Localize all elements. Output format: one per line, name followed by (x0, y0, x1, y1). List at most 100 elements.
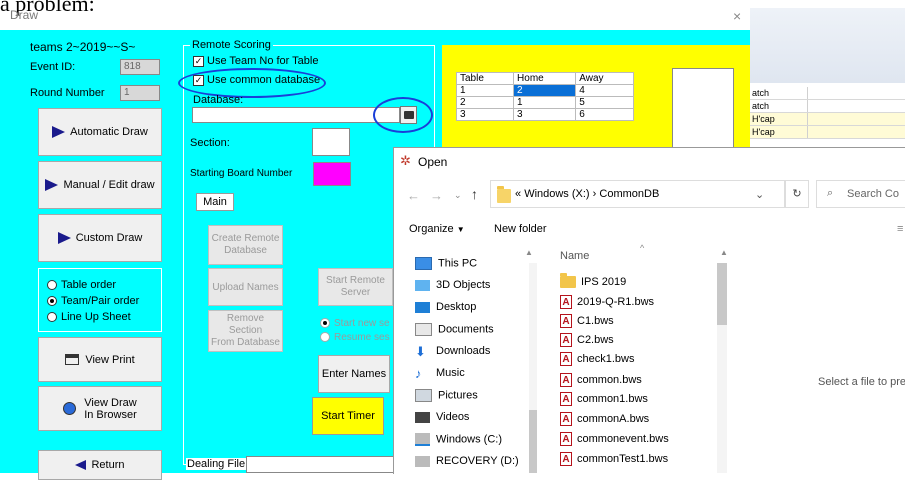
radio-table-order[interactable]: Table order (47, 279, 116, 291)
radio-line-up-sheet[interactable]: Line Up Sheet (47, 311, 131, 323)
label-line2: From Database (211, 337, 280, 348)
list-item-file[interactable]: Acheck1.bws (560, 352, 634, 366)
starting-board-input[interactable] (313, 162, 351, 186)
table-row[interactable]: 1 2 4 (455, 84, 634, 97)
round-number-label: Round Number (30, 87, 105, 99)
nav-item-videos[interactable]: Videos (415, 411, 469, 423)
nav-item-music[interactable]: ♪ Music (415, 367, 465, 380)
event-id-label: Event ID: (30, 61, 76, 73)
database-input[interactable] (192, 107, 400, 123)
radio-label: Table order (61, 279, 117, 291)
access-file-icon: A (560, 373, 572, 387)
new-folder-button[interactable]: New folder (494, 223, 547, 235)
table-cell[interactable]: 3 (513, 108, 577, 121)
file-name: commonTest1.bws (577, 452, 669, 465)
table-cell[interactable]: 3 (455, 108, 515, 121)
back-arrow-icon[interactable]: ← (407, 188, 420, 203)
table-row[interactable]: 2 1 5 (455, 96, 634, 109)
breadcrumb-drive[interactable]: Windows (X:) (524, 188, 589, 200)
access-file-icon: A (560, 432, 572, 446)
window-title: Draw (10, 8, 39, 22)
recent-chevron-icon[interactable]: ⌄ (454, 190, 462, 201)
nav-item-desktop[interactable]: Desktop (415, 301, 476, 313)
list-item-file[interactable]: AcommonA.bws (560, 412, 649, 426)
view-options-icon[interactable]: ≡ (897, 223, 903, 235)
start-timer-button[interactable]: Start Timer (312, 397, 384, 435)
remove-section-button[interactable]: Remove Section From Database (208, 310, 283, 352)
scroll-up-icon[interactable]: ▲ (525, 248, 533, 257)
view-draw-browser-button[interactable]: View Draw In Browser (38, 386, 162, 431)
list-item-file[interactable]: Acommon.bws (560, 373, 642, 387)
list-item-file[interactable]: A 2019-Q-R1.bws (560, 295, 654, 309)
search-input[interactable]: ⌕ Search Co (816, 180, 905, 208)
table-row[interactable]: 3 3 6 (455, 108, 634, 121)
tab-main[interactable]: Main (196, 193, 234, 211)
access-file-icon: A (560, 314, 572, 328)
table-cell[interactable]: 1 (455, 84, 515, 97)
list-item-file[interactable]: AcommonTest1.bws (560, 452, 668, 466)
preview-pane-text: Select a file to pre (818, 376, 905, 388)
view-print-button[interactable]: View Print (38, 337, 162, 382)
column-header-name[interactable]: Name (560, 250, 589, 262)
dealing-file-input[interactable] (246, 456, 396, 473)
radio-team-pair-order[interactable]: Team/Pair order (47, 295, 139, 307)
radio-selected-icon (320, 318, 330, 329)
manual-edit-draw-button[interactable]: Manual / Edit draw (38, 161, 162, 209)
up-arrow-icon[interactable]: ↑ (471, 186, 478, 202)
nav-item-documents[interactable]: Documents (415, 323, 494, 336)
address-bar[interactable]: « Windows (X:) › CommonDB ⌄ (490, 180, 785, 208)
row-label: atch (752, 101, 770, 111)
custom-draw-button[interactable]: Custom Draw (38, 214, 162, 262)
list-item-file[interactable]: Acommon1.bws (560, 392, 648, 406)
nav-scrollbar-thumb[interactable] (529, 410, 537, 473)
return-button[interactable]: Return (38, 450, 162, 480)
automatic-draw-button[interactable]: Automatic Draw (38, 108, 162, 156)
use-team-no-checkbox[interactable]: ✓ Use Team No for Table (193, 55, 318, 67)
list-item-folder[interactable]: IPS 2019 (560, 273, 626, 289)
breadcrumb-folder[interactable]: CommonDB (599, 188, 659, 200)
background-row: atch (750, 87, 905, 100)
file-name: 2019-Q-R1.bws (577, 295, 655, 308)
remove-section-label: Remove Section From Database (209, 313, 282, 349)
globe-icon (63, 402, 77, 415)
event-id-field[interactable]: 818 (120, 59, 160, 75)
start-remote-server-button[interactable]: Start Remote Server (318, 268, 393, 306)
forward-arrow-icon[interactable]: → (430, 188, 443, 203)
chevron-down-icon[interactable]: ⌄ (755, 188, 764, 201)
list-item-file[interactable]: A C1.bws (560, 314, 614, 328)
file-list-scrollbar-thumb[interactable] (717, 263, 727, 325)
enter-names-button[interactable]: Enter Names (318, 355, 390, 393)
table-cell-selected[interactable]: 2 (513, 84, 577, 97)
table-cell[interactable]: 2 (455, 96, 515, 109)
nav-item-this-pc[interactable]: This PC (415, 257, 477, 270)
table-cell[interactable]: 4 (575, 84, 634, 97)
round-number-field[interactable]: 1 (120, 85, 160, 101)
create-remote-database-button[interactable]: Create Remote Database (208, 225, 283, 265)
table-cell[interactable]: 1 (513, 96, 577, 109)
radio-start-new-session[interactable]: Start new se (320, 318, 390, 329)
list-item-file[interactable]: A C2.bws (560, 333, 614, 347)
annotation-ellipse (373, 97, 433, 133)
nav-item-windows-c[interactable]: Windows (C:) (415, 433, 502, 446)
use-team-no-label: Use Team No for Table (207, 55, 319, 67)
nav-item-3d-objects[interactable]: 3D Objects (415, 279, 490, 291)
radio-resume-session[interactable]: Resume ses (320, 332, 390, 343)
nav-item-recovery-d[interactable]: RECOVERY (D:) (415, 455, 519, 467)
scroll-up-icon[interactable]: ▲ (720, 248, 728, 257)
table-cell[interactable]: 5 (575, 96, 634, 109)
dropdown-arrow-icon: ▼ (456, 225, 465, 234)
organize-menu[interactable]: Organize ▼ (409, 223, 465, 235)
refresh-icon[interactable]: ↻ (785, 180, 809, 208)
section-input[interactable] (312, 128, 350, 156)
list-item-file[interactable]: Acommonevent.bws (560, 432, 669, 446)
table-cell[interactable]: 6 (575, 108, 634, 121)
nav-item-downloads[interactable]: ⬇ Downloads (415, 345, 490, 358)
nav-item-pictures[interactable]: Pictures (415, 389, 478, 402)
section-label: Section: (190, 137, 230, 149)
start-remote-server-label: Start Remote Server (326, 275, 385, 299)
breadcrumb-overflow[interactable]: « (515, 188, 521, 200)
close-icon[interactable]: × (733, 8, 741, 24)
manual-edit-draw-label: Manual / Edit draw (63, 179, 155, 191)
upload-names-button[interactable]: Upload Names (208, 268, 283, 306)
checkmark-icon: ✓ (193, 55, 204, 67)
